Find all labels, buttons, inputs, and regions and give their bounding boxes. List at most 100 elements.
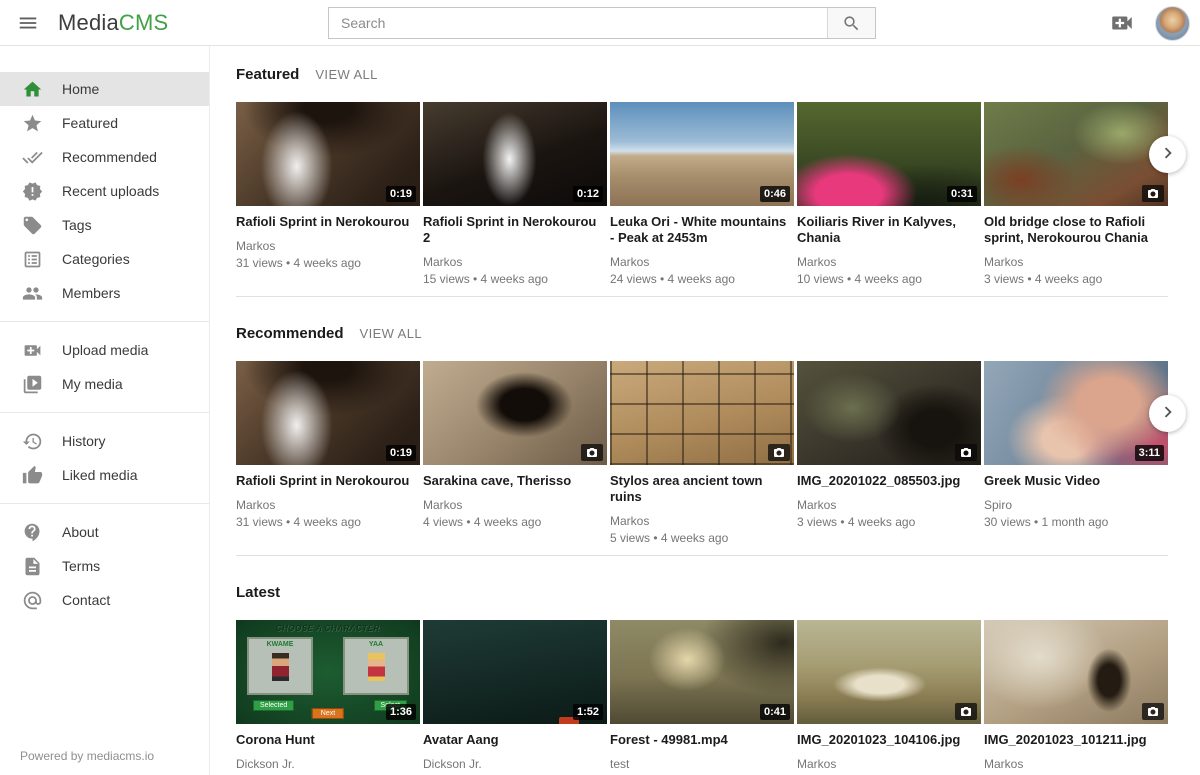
- media-card[interactable]: 0:46 Leuka Ori - White mountains - Peak …: [610, 102, 794, 286]
- media-card[interactable]: 0:31 Koiliaris River in Kalyves, Chania …: [797, 102, 981, 286]
- camera-icon: [768, 444, 790, 461]
- cards-row: 0:19 Rafioli Sprint in Nerokourou Markos…: [236, 102, 1168, 286]
- media-author[interactable]: Markos: [423, 499, 607, 512]
- next-arrow-button[interactable]: [1149, 395, 1186, 432]
- camera-icon: [1142, 185, 1164, 202]
- sidebar-item-members[interactable]: Members: [0, 276, 209, 310]
- media-title[interactable]: Rafioli Sprint in Nerokourou 2: [423, 214, 607, 246]
- sidebar-item-contact[interactable]: Contact: [0, 583, 209, 617]
- sidebar-nav: HomeFeaturedRecommendedRecent uploadsTag…: [0, 72, 209, 617]
- media-thumbnail[interactable]: 0:46: [610, 102, 794, 206]
- media-thumbnail[interactable]: 1:52: [423, 620, 607, 724]
- media-card[interactable]: IMG_20201022_085503.jpg Markos 3 views •…: [797, 361, 981, 545]
- video-library-icon: [20, 372, 44, 396]
- sidebar-item-upload-media[interactable]: Upload media: [0, 333, 209, 367]
- view-all-link[interactable]: VIEW ALL: [360, 326, 422, 341]
- thumb-up-icon: [20, 463, 44, 487]
- media-thumbnail[interactable]: 0:31: [797, 102, 981, 206]
- sidebar-item-history[interactable]: History: [0, 424, 209, 458]
- media-title[interactable]: Koiliaris River in Kalyves, Chania: [797, 214, 981, 246]
- media-author[interactable]: Markos: [984, 758, 1168, 771]
- media-thumbnail[interactable]: 0:12: [423, 102, 607, 206]
- media-card[interactable]: 3:11 Greek Music Video Spiro 30 views • …: [984, 361, 1168, 545]
- media-meta: 31 views • 4 weeks ago: [236, 257, 420, 270]
- media-author[interactable]: Markos: [610, 515, 794, 528]
- next-arrow-button[interactable]: [1149, 136, 1186, 173]
- media-card[interactable]: 0:19 Rafioli Sprint in Nerokourou Markos…: [236, 102, 420, 286]
- search-input[interactable]: [329, 8, 827, 38]
- media-thumbnail[interactable]: [797, 361, 981, 465]
- media-title[interactable]: Forest - 49981.mp4: [610, 732, 794, 748]
- view-all-link[interactable]: VIEW ALL: [315, 67, 377, 82]
- media-title[interactable]: Corona Hunt: [236, 732, 420, 748]
- media-thumbnail[interactable]: 3:11: [984, 361, 1168, 465]
- sidebar-item-featured[interactable]: Featured: [0, 106, 209, 140]
- section-title: Featured: [236, 66, 299, 83]
- sidebar-item-home[interactable]: Home: [0, 72, 209, 106]
- media-author[interactable]: Markos: [236, 240, 420, 253]
- duration-badge: 0:19: [386, 445, 416, 461]
- media-card[interactable]: 0:19 Rafioli Sprint in Nerokourou Markos…: [236, 361, 420, 545]
- media-thumbnail[interactable]: [984, 620, 1168, 724]
- sidebar-item-terms[interactable]: Terms: [0, 549, 209, 583]
- media-title[interactable]: Avatar Aang: [423, 732, 607, 748]
- video-call-icon: [1109, 10, 1135, 36]
- media-thumbnail[interactable]: [423, 361, 607, 465]
- media-title[interactable]: IMG_20201022_085503.jpg: [797, 473, 981, 489]
- media-thumbnail[interactable]: 0:41: [610, 620, 794, 724]
- media-author[interactable]: Dickson Jr.: [423, 758, 607, 771]
- user-avatar[interactable]: [1155, 6, 1190, 41]
- media-author[interactable]: Markos: [797, 256, 981, 269]
- section-featured: Featured VIEW ALL 0:19 Rafioli Sprint in …: [236, 66, 1200, 286]
- menu-button[interactable]: [8, 3, 48, 43]
- media-title[interactable]: Old bridge close to Rafioli sprint, Nero…: [984, 214, 1168, 246]
- media-author[interactable]: test: [610, 758, 794, 771]
- media-author[interactable]: Markos: [423, 256, 607, 269]
- sidebar-item-recommended[interactable]: Recommended: [0, 140, 209, 174]
- media-card[interactable]: 0:12 Rafioli Sprint in Nerokourou 2 Mark…: [423, 102, 607, 286]
- sidebar-item-recent-uploads[interactable]: Recent uploads: [0, 174, 209, 208]
- media-title[interactable]: Leuka Ori - White mountains - Peak at 24…: [610, 214, 794, 246]
- sidebar-item-about[interactable]: About: [0, 515, 209, 549]
- media-author[interactable]: Markos: [236, 499, 420, 512]
- sidebar-item-my-media[interactable]: My media: [0, 367, 209, 401]
- media-author[interactable]: Spiro: [984, 499, 1168, 512]
- media-card[interactable]: IMG_20201023_104106.jpg Markos 4 views •…: [797, 620, 981, 775]
- brand-logo[interactable]: MediaCMS: [58, 10, 168, 36]
- media-meta: 24 views • 4 weeks ago: [610, 273, 794, 286]
- media-title[interactable]: Sarakina cave, Therisso: [423, 473, 607, 489]
- upload-media-button[interactable]: [1105, 6, 1139, 40]
- media-title[interactable]: Rafioli Sprint in Nerokourou: [236, 473, 420, 489]
- media-title[interactable]: Rafioli Sprint in Nerokourou: [236, 214, 420, 230]
- media-thumbnail[interactable]: [797, 620, 981, 724]
- media-title[interactable]: Greek Music Video: [984, 473, 1168, 489]
- media-card[interactable]: Sarakina cave, Therisso Markos 4 views •…: [423, 361, 607, 545]
- media-card[interactable]: Old bridge close to Rafioli sprint, Nero…: [984, 102, 1168, 286]
- media-author[interactable]: Markos: [797, 758, 981, 771]
- media-card[interactable]: Stylos area ancient town ruins Markos 5 …: [610, 361, 794, 545]
- media-card[interactable]: CHOOSE A CHARACTER KWAME YAA Selected Se…: [236, 620, 420, 775]
- media-thumbnail[interactable]: CHOOSE A CHARACTER KWAME YAA Selected Se…: [236, 620, 420, 724]
- sidebar-item-categories[interactable]: Categories: [0, 242, 209, 276]
- media-thumbnail[interactable]: [984, 102, 1168, 206]
- media-title[interactable]: IMG_20201023_104106.jpg: [797, 732, 981, 748]
- media-thumbnail[interactable]: [610, 361, 794, 465]
- media-author[interactable]: Markos: [797, 499, 981, 512]
- media-card[interactable]: 1:52 Avatar Aang Dickson Jr. 12 views • …: [423, 620, 607, 775]
- sidebar-divider: [0, 412, 209, 413]
- media-title[interactable]: IMG_20201023_101211.jpg: [984, 732, 1168, 748]
- media-author[interactable]: Markos: [984, 256, 1168, 269]
- search-button[interactable]: [827, 8, 875, 38]
- media-card[interactable]: 0:41 Forest - 49981.mp4 test 17 views • …: [610, 620, 794, 775]
- media-title[interactable]: Stylos area ancient town ruins: [610, 473, 794, 505]
- section-header: Latest: [236, 584, 1200, 601]
- media-thumbnail[interactable]: 0:19: [236, 361, 420, 465]
- media-thumbnail[interactable]: 0:19: [236, 102, 420, 206]
- media-author[interactable]: Markos: [610, 256, 794, 269]
- sidebar-item-tags[interactable]: Tags: [0, 208, 209, 242]
- media-author[interactable]: Dickson Jr.: [236, 758, 420, 771]
- duration-badge: 0:12: [573, 186, 603, 202]
- media-card[interactable]: IMG_20201023_101211.jpg Markos 4 views •…: [984, 620, 1168, 775]
- at-icon: [20, 588, 44, 612]
- sidebar-item-liked-media[interactable]: Liked media: [0, 458, 209, 492]
